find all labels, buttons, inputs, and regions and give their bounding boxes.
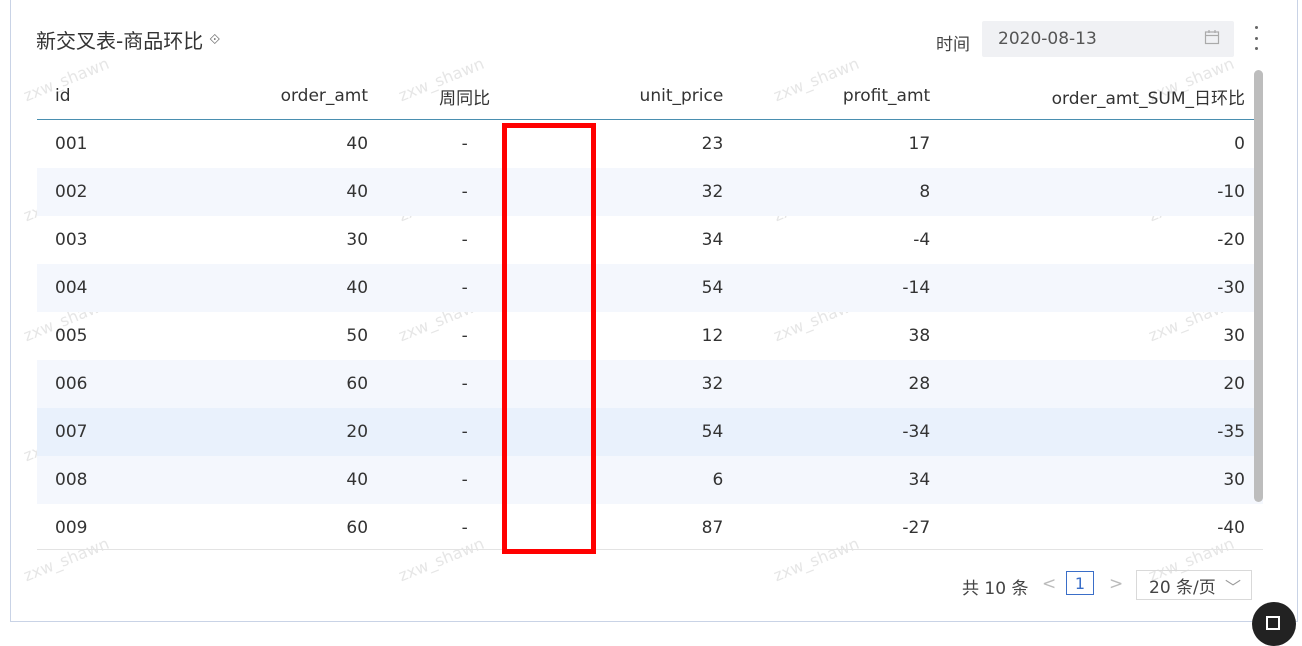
table-row[interactable]: 009 60-87 -27 -40 bbox=[37, 504, 1263, 552]
cell-profit-amt: 17 bbox=[908, 134, 931, 154]
cell-order-amt: 60 bbox=[346, 518, 369, 538]
cell-id: 006 bbox=[37, 360, 161, 408]
cell-id: 003 bbox=[55, 230, 88, 250]
cell-id: 008 bbox=[37, 456, 161, 504]
cell-order-amt-sum-dod: 0 bbox=[1234, 134, 1245, 154]
cell-profit-amt: 28 bbox=[741, 360, 949, 408]
card-title: 新交叉表-商品环比 ⟐ bbox=[36, 25, 220, 54]
next-page-icon[interactable]: > bbox=[1109, 574, 1123, 594]
data-table: id order_amt 周同比 unit_price profit_amt o… bbox=[37, 73, 1263, 552]
cell-profit-amt: -34 bbox=[741, 408, 949, 456]
column-header-order-amt-sum-dod[interactable]: order_amt_SUM_日环比 bbox=[948, 73, 1263, 120]
vertical-scrollbar[interactable] bbox=[1254, 70, 1263, 502]
column-header-id[interactable]: id bbox=[37, 73, 161, 120]
date-picker[interactable]: 2020-08-13 bbox=[982, 21, 1234, 57]
table-row[interactable]: 003 30-34 -4 -20 bbox=[37, 216, 1263, 264]
cell-order-amt: 50 bbox=[346, 326, 369, 346]
cell-order-amt-sum-dod: -30 bbox=[948, 264, 1263, 312]
cell-order-amt: 40 bbox=[160, 168, 387, 216]
cell-profit-amt: -14 bbox=[741, 264, 949, 312]
page-number-current[interactable]: 1 bbox=[1066, 571, 1094, 595]
column-header-week-yoy[interactable]: 周同比 bbox=[386, 73, 544, 120]
cell-order-amt-sum-dod: -35 bbox=[948, 408, 1263, 456]
chevron-down-icon: ﹀ bbox=[1224, 578, 1241, 597]
column-header-unit-price[interactable]: unit_price bbox=[543, 73, 742, 120]
cell-profit-amt: -4 bbox=[913, 230, 931, 250]
table-header-row: id order_amt 周同比 unit_price profit_amt o… bbox=[37, 73, 1263, 120]
floating-action-button[interactable] bbox=[1252, 602, 1296, 646]
cell-id: 005 bbox=[55, 326, 88, 346]
cell-id: 001 bbox=[55, 134, 88, 154]
cell-order-amt-sum-dod: 30 bbox=[948, 456, 1263, 504]
cell-profit-amt: 38 bbox=[908, 326, 931, 346]
cell-order-amt-sum-dod: -20 bbox=[1217, 230, 1245, 250]
cell-order-amt-sum-dod: -10 bbox=[948, 168, 1263, 216]
table-row[interactable]: 007 20-54 -34 -35 bbox=[37, 408, 1263, 456]
cell-id: 009 bbox=[55, 518, 88, 538]
page-size-value: 20 条/页 bbox=[1149, 577, 1216, 598]
card-title-text: 新交叉表-商品环比 bbox=[36, 29, 204, 53]
highlight-annotation-box bbox=[502, 123, 596, 554]
table-row[interactable]: 001 40-23 17 0 bbox=[37, 120, 1263, 169]
more-options-icon[interactable] bbox=[1249, 26, 1263, 50]
cell-order-amt-sum-dod: -40 bbox=[1217, 518, 1245, 538]
time-filter-label: 时间 bbox=[936, 35, 970, 55]
table-row[interactable]: 006 60-32 28 20 bbox=[37, 360, 1263, 408]
table-row[interactable]: 002 40-32 8 -10 bbox=[37, 168, 1263, 216]
table-row[interactable]: 008 40-6 34 30 bbox=[37, 456, 1263, 504]
table-row[interactable]: 005 50-12 38 30 bbox=[37, 312, 1263, 360]
pagination-total: 共 10 条 bbox=[962, 579, 1029, 599]
cell-order-amt: 20 bbox=[160, 408, 387, 456]
column-header-order-amt[interactable]: order_amt bbox=[160, 73, 387, 120]
square-icon bbox=[1266, 616, 1280, 630]
cell-order-amt: 40 bbox=[346, 134, 369, 154]
cell-order-amt: 30 bbox=[346, 230, 369, 250]
calendar-icon bbox=[1204, 30, 1220, 45]
cell-order-amt-sum-dod: 30 bbox=[1223, 326, 1245, 346]
cell-profit-amt: 8 bbox=[741, 168, 949, 216]
cell-order-amt: 60 bbox=[160, 360, 387, 408]
table-card: zxw_shawn zxw_shawn zxw_shawn zxw_shawn zxw_… bbox=[10, 0, 1298, 622]
date-value: 2020-08-13 bbox=[998, 29, 1097, 49]
cell-profit-amt: 34 bbox=[741, 456, 949, 504]
prev-page-icon[interactable]: < bbox=[1042, 574, 1056, 594]
table-row[interactable]: 004 40-54 -14 -30 bbox=[37, 264, 1263, 312]
chart-type-icon[interactable]: ⟐ bbox=[209, 32, 220, 48]
cell-order-amt: 40 bbox=[160, 264, 387, 312]
cell-order-amt-sum-dod: 20 bbox=[948, 360, 1263, 408]
cell-id: 002 bbox=[37, 168, 161, 216]
cell-id: 004 bbox=[37, 264, 161, 312]
cell-id: 007 bbox=[37, 408, 161, 456]
table-bottom-divider bbox=[37, 549, 1263, 550]
cell-profit-amt: -27 bbox=[902, 518, 931, 538]
page-size-select[interactable]: 20 条/页 ﹀ bbox=[1136, 570, 1252, 600]
cell-order-amt: 40 bbox=[160, 456, 387, 504]
column-header-profit-amt[interactable]: profit_amt bbox=[741, 73, 949, 120]
